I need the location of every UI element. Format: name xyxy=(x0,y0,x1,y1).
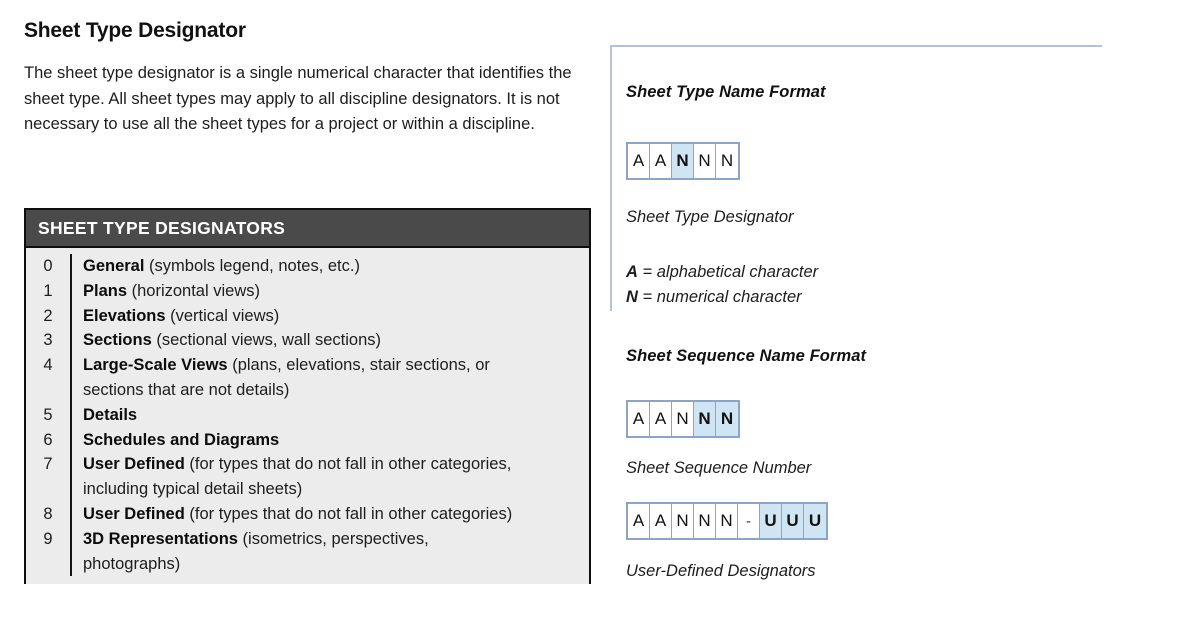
legend-item-numerical: N = numerical character xyxy=(626,285,818,310)
character-legend: A = alphabetical character N = numerical… xyxy=(626,260,818,310)
table-row: 1 Plans (horizontal views) xyxy=(26,278,589,304)
format-cell-u-6: U xyxy=(760,504,782,538)
table-header: SHEET TYPE DESIGNATORS xyxy=(26,210,589,248)
format-cell-n-4: N xyxy=(716,504,738,538)
table-row-continuation: 7including typical detail sheets) xyxy=(26,477,589,502)
user-defined-box-group: AANNN-UUU xyxy=(626,502,828,540)
table-row: 0 General (symbols legend, notes, etc.) xyxy=(26,254,589,279)
sheet-type-box-group: AANNN xyxy=(626,142,740,180)
row-description: Elevations (vertical views) xyxy=(70,303,589,329)
table-row: 5 Details xyxy=(26,402,589,428)
format-cell-n-4: N xyxy=(716,144,738,178)
row-description: User Defined (for types that do not fall… xyxy=(70,452,589,478)
format-cell-a-0: A xyxy=(628,144,650,178)
row-number: 2 xyxy=(43,306,53,325)
page-title: Sheet Type Designator xyxy=(24,19,246,42)
row-type-detail: (vertical views) xyxy=(165,306,280,325)
row-number: 7 xyxy=(43,455,53,474)
format-cell-n-3: N xyxy=(694,144,716,178)
legend-symbol-a: A xyxy=(626,263,638,281)
row-type-detail: (horizontal views) xyxy=(127,281,260,300)
format-cell-a-1: A xyxy=(650,144,672,178)
intro-paragraph: The sheet type designator is a single nu… xyxy=(24,64,572,134)
format-cell-a-1: A xyxy=(650,504,672,538)
row-type-name: User Defined xyxy=(83,504,185,523)
user-defined-designators-caption: User-Defined Designators xyxy=(626,562,816,580)
box-group-sheet-type: AANNN xyxy=(626,142,740,180)
left-column: Sheet Type Designator The sheet type des… xyxy=(24,0,594,138)
table-row: 9 3D Representations (isometrics, perspec… xyxy=(26,526,589,552)
table-row: 8 User Defined (for types that do not fal… xyxy=(26,501,589,527)
sheet-type-designator-caption: Sheet Type Designator xyxy=(626,208,794,226)
row-type-detail: (for types that do not fall in other cat… xyxy=(184,504,513,523)
row-type-detail: (sectional views, wall sections) xyxy=(151,331,382,350)
row-description: User Defined (for types that do not fall… xyxy=(70,501,589,527)
legend-text-a: = alphabetical character xyxy=(637,263,819,281)
row-type-name: Details xyxy=(83,405,138,424)
sheet-type-name-format-heading: Sheet Type Name Format xyxy=(626,83,826,101)
sheet-sequence-name-format-heading: Sheet Sequence Name Format xyxy=(626,347,867,365)
row-number: 8 xyxy=(43,504,53,523)
row-type-name: General xyxy=(83,257,145,275)
format-cell-u-7: U xyxy=(782,504,804,538)
format-cell-n-3: N xyxy=(694,504,716,538)
box-group-sheet-sequence: AANNN xyxy=(626,400,740,438)
format-cell-a-0: A xyxy=(628,504,650,538)
row-number: 4 xyxy=(43,356,53,375)
format-cell-n-4: N xyxy=(716,402,738,436)
row-type-name: Large-Scale Views xyxy=(83,356,228,375)
row-type-detail: (for types that do not fall in other cat… xyxy=(184,455,512,474)
row-type-detail: (symbols legend, notes, etc.) xyxy=(144,257,360,275)
table-row-continuation: 9photographs) xyxy=(26,551,589,577)
format-cell-n-2: N xyxy=(672,504,694,538)
row-description: Plans (horizontal views) xyxy=(70,278,589,304)
row-description-continuation: photographs) xyxy=(70,551,589,577)
row-description: Large-Scale Views (plans, elevations, st… xyxy=(70,353,589,378)
row-type-name: Plans xyxy=(83,281,128,300)
legend-symbol-n: N xyxy=(626,288,638,306)
row-description: Details xyxy=(70,402,589,428)
format-cell-n-2: N xyxy=(672,144,694,178)
table-row: 4 Large-Scale Views (plans, elevations, s… xyxy=(26,353,589,378)
row-type-name: User Defined xyxy=(83,455,185,474)
sheet-sequence-number-caption: Sheet Sequence Number xyxy=(626,459,812,477)
row-type-name: Sections xyxy=(83,331,152,350)
row-number: 0 xyxy=(43,257,53,275)
row-type-detail: (plans, elevations, stair sections, or xyxy=(227,356,490,375)
format-cell-n-2: N xyxy=(672,402,694,436)
row-type-name: 3D Representations xyxy=(83,529,238,548)
box-group-user-defined: AANNN-UUU xyxy=(626,502,828,540)
row-description-continuation: sections that are not details) xyxy=(70,377,589,403)
table-row: 3 Sections (sectional views, wall section… xyxy=(26,328,589,354)
row-type-detail: (isometrics, perspectives, xyxy=(237,529,429,548)
legend-item-alphabetical: A = alphabetical character xyxy=(626,260,818,285)
format-cell-a-1: A xyxy=(650,402,672,436)
row-type-name: Elevations xyxy=(83,306,166,325)
row-type-name: Schedules and Diagrams xyxy=(83,430,280,449)
table-row: 7 User Defined (for types that do not fal… xyxy=(26,452,589,478)
row-description: Sections (sectional views, wall sections… xyxy=(70,328,589,354)
sheet-sequence-box-group: AANNN xyxy=(626,400,740,438)
row-number: 1 xyxy=(43,281,53,300)
table-body: 0 General (symbols legend, notes, etc.) 1 P… xyxy=(26,248,589,585)
row-description-continuation: including typical detail sheets) xyxy=(70,477,589,502)
row-number: 9 xyxy=(43,529,53,548)
row-number: 6 xyxy=(43,430,53,449)
table-row-continuation: 4sections that are not details) xyxy=(26,377,589,403)
table-row: 6 Schedules and Diagrams xyxy=(26,427,589,453)
format-cell-a-0: A xyxy=(628,402,650,436)
format-cell-dash-5: - xyxy=(738,504,760,538)
sheet-type-designators-table: SHEET TYPE DESIGNATORS 0 General (symbols… xyxy=(24,208,591,585)
format-cell-u-8: U xyxy=(804,504,826,538)
legend-text-n: = numerical character xyxy=(637,288,802,306)
format-cell-n-3: N xyxy=(694,402,716,436)
row-number: 3 xyxy=(43,331,53,350)
table-row: 2 Elevations (vertical views) xyxy=(26,303,589,329)
row-description: 3D Representations (isometrics, perspect… xyxy=(70,526,589,552)
row-number: 5 xyxy=(43,405,53,424)
row-description: General (symbols legend, notes, etc.) xyxy=(70,254,589,279)
row-description: Schedules and Diagrams xyxy=(70,427,589,453)
